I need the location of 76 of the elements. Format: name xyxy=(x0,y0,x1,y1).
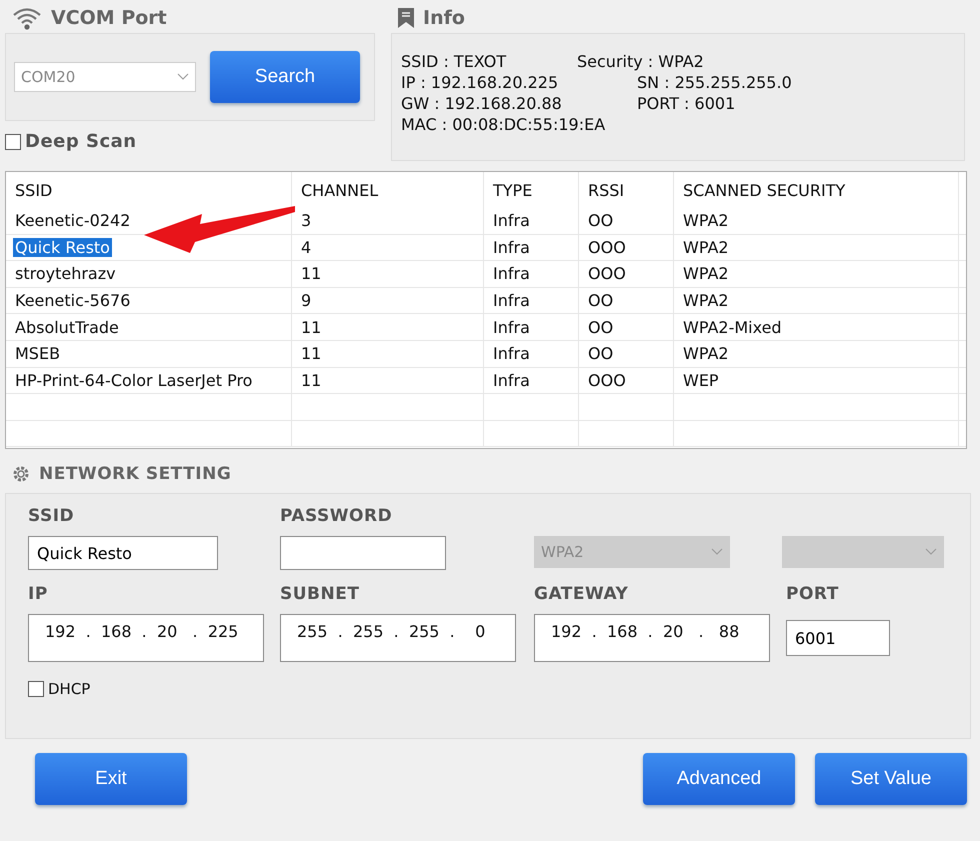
field-label: SUBNET xyxy=(280,584,360,606)
table-cell[interactable]: Infra xyxy=(493,291,530,310)
deep-scan-checkbox[interactable] xyxy=(5,134,21,150)
info-text: Security : WPA2 xyxy=(577,51,704,72)
table-cell[interactable]: Infra xyxy=(493,264,530,284)
gear-icon xyxy=(11,464,31,484)
table-cell[interactable]: WEP xyxy=(683,370,719,390)
chevron-icon xyxy=(925,548,937,556)
table-cell[interactable]: Infra xyxy=(493,370,530,390)
info-text: MAC : 00:08:DC:55:19:EA xyxy=(401,114,606,135)
table-cell[interactable]: Infra xyxy=(493,211,530,230)
table-cell[interactable]: Infra xyxy=(493,318,530,337)
table-cell[interactable]: OO xyxy=(588,344,614,364)
table-cell[interactable]: Keenetic-5676 xyxy=(15,291,130,310)
section-title: VCOM Port xyxy=(51,7,167,29)
table-cell[interactable]: OOO xyxy=(588,238,626,257)
column-header[interactable]: SCANNED SECURITY xyxy=(683,180,846,200)
table-cell[interactable]: WPA2 xyxy=(683,238,729,257)
table-cell[interactable]: Infra xyxy=(493,238,530,257)
table-cell[interactable]: OOO xyxy=(588,264,626,284)
table-cell[interactable]: stroytehrazv xyxy=(15,264,116,284)
chevron-icon xyxy=(177,73,189,81)
wifi-icon xyxy=(11,6,43,30)
info-text: SSID : TEXOT xyxy=(401,51,508,72)
info-text: PORT : 6001 xyxy=(637,93,736,114)
table-cell[interactable]: AbsolutTrade xyxy=(15,318,119,337)
table-cell[interactable]: 11 xyxy=(301,264,322,284)
column-header[interactable]: CHANNEL xyxy=(301,180,378,200)
table-cell[interactable]: Infra xyxy=(493,344,530,364)
set-value-button[interactable]: Set Value xyxy=(815,753,967,805)
table-cell[interactable]: WPA2 xyxy=(683,211,729,230)
info-text: GW : 192.168.20.88 xyxy=(401,93,563,114)
ip-address-field[interactable]: 192 . 168 . 20 . 225 xyxy=(28,614,264,662)
table-cell[interactable]: MSEB xyxy=(15,344,60,364)
table-cell[interactable]: WPA2 xyxy=(683,291,729,310)
table-cell[interactable]: WPA2 xyxy=(683,344,729,364)
table-cell[interactable]: 4 xyxy=(301,238,312,257)
dhcp-checkbox[interactable] xyxy=(28,681,44,697)
exit-button[interactable]: Exit xyxy=(35,753,187,805)
table-cell[interactable]: OO xyxy=(588,291,614,310)
column-header[interactable]: TYPE xyxy=(493,180,532,200)
field-label: PORT xyxy=(786,584,840,606)
table-cell[interactable]: 11 xyxy=(301,370,322,390)
port-field[interactable]: 6001 xyxy=(786,620,890,656)
column-header[interactable]: SSID xyxy=(15,180,52,200)
section-title: NETWORK SETTING xyxy=(39,464,232,484)
field-label: GATEWAY xyxy=(534,584,630,606)
table-cell[interactable]: HP-Print-64-Color LaserJet Pro xyxy=(15,370,252,390)
bookmark-icon xyxy=(397,7,415,29)
ip-address-field[interactable]: 255 . 255 . 255 . 0 xyxy=(280,614,516,662)
checkbox-label: DHCP xyxy=(48,680,90,698)
field-label: PASSWORD xyxy=(280,506,394,528)
table-cell[interactable]: OOO xyxy=(588,370,626,390)
info-text: IP : 192.168.20.225 xyxy=(401,72,560,93)
ip-address-field[interactable]: 192 . 168 . 20 . 88 xyxy=(534,614,770,662)
table-cell[interactable]: 3 xyxy=(301,211,312,230)
info-text: SN : 255.255.255.0 xyxy=(637,72,792,93)
password-field[interactable] xyxy=(280,536,446,570)
section-title: Info xyxy=(423,7,465,29)
search-button[interactable]: Search xyxy=(210,51,360,103)
table-cell[interactable]: 9 xyxy=(301,291,312,310)
chevron-icon xyxy=(711,548,723,556)
table-cell[interactable]: OO xyxy=(588,318,614,337)
checkbox-label: Deep Scan xyxy=(25,131,137,152)
table-cell[interactable]: WPA2-Mixed xyxy=(683,318,782,337)
table-cell[interactable]: Quick Resto xyxy=(13,238,112,257)
table-cell[interactable]: WPA2 xyxy=(683,264,729,284)
table-cell[interactable]: OO xyxy=(588,211,614,230)
ssid-field[interactable]: Quick Resto xyxy=(28,536,218,570)
advanced-button[interactable]: Advanced xyxy=(643,753,795,805)
table-cell[interactable]: 11 xyxy=(301,318,322,337)
table-cell[interactable]: Keenetic-0242 xyxy=(15,211,130,230)
column-header[interactable]: RSSI xyxy=(588,180,624,200)
field-label: SSID xyxy=(28,506,76,528)
field-label: IP xyxy=(28,584,49,606)
table-cell[interactable]: 11 xyxy=(301,344,322,364)
